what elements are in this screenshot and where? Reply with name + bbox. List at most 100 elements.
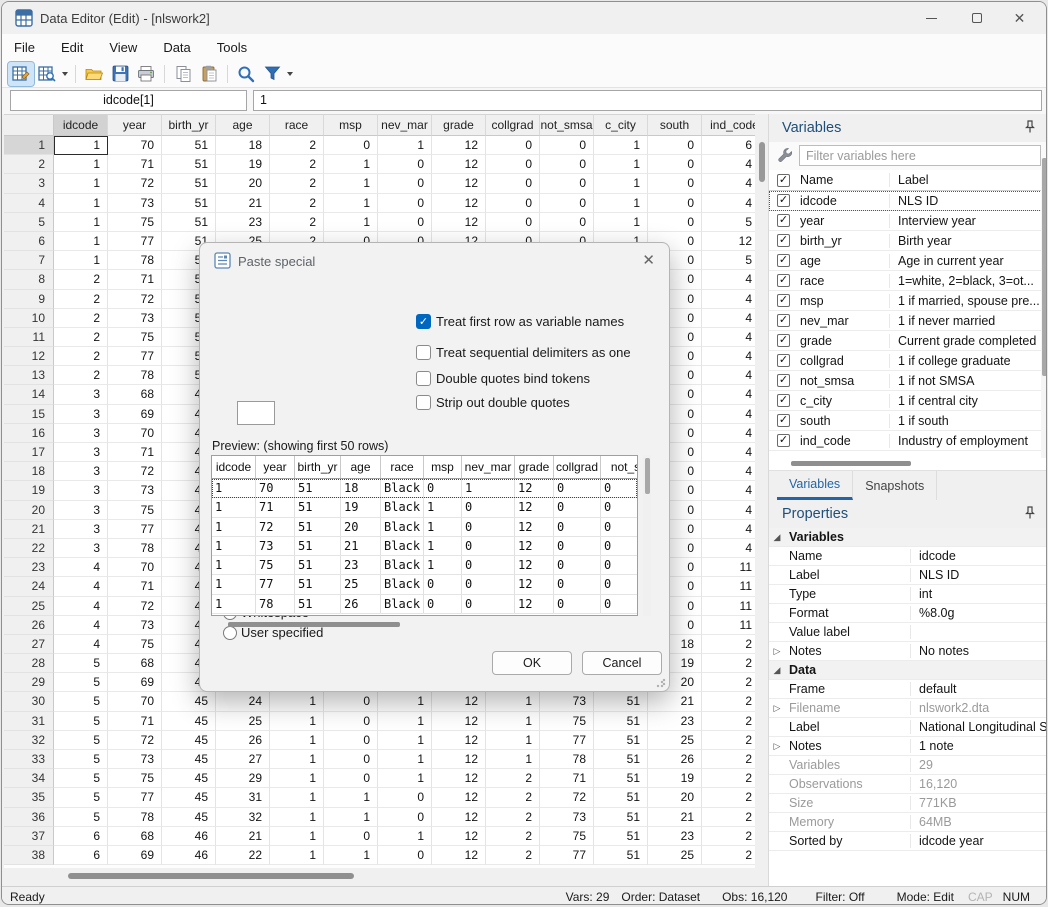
property-value[interactable]: National Longitudinal Su xyxy=(911,720,1047,734)
column-header-not_smsa[interactable]: not_smsa xyxy=(540,115,594,136)
grid-cell[interactable]: 2 xyxy=(702,769,755,788)
property-value[interactable]: default xyxy=(911,682,1047,696)
grid-cell[interactable]: 4 xyxy=(702,270,755,289)
grid-cell[interactable]: 73 xyxy=(108,194,162,213)
variable-checkbox[interactable]: ✓ xyxy=(777,294,790,307)
variable-row-birth_yr[interactable]: ✓birth_yrBirth year xyxy=(769,231,1047,251)
grid-cell[interactable]: 11 xyxy=(702,616,755,635)
grid-cell[interactable]: 5 xyxy=(54,654,108,673)
grid-cell[interactable]: 31 xyxy=(216,788,270,807)
grid-cell[interactable]: 4 xyxy=(702,443,755,462)
properties-section-data[interactable]: ◢Data xyxy=(769,661,1047,680)
grid-cell[interactable]: 12 xyxy=(432,750,486,769)
row-number[interactable]: 22 xyxy=(4,539,54,558)
expander-collapsed-icon[interactable]: ▷ xyxy=(769,703,785,714)
grid-cell[interactable]: 0 xyxy=(486,136,540,155)
grid-cell[interactable]: 72 xyxy=(108,290,162,309)
row-number[interactable]: 27 xyxy=(4,635,54,654)
grid-cell[interactable]: 1 xyxy=(54,136,108,155)
grid-cell[interactable]: 51 xyxy=(594,808,648,827)
select-all-checkbox[interactable]: ✓ xyxy=(777,174,790,187)
grid-cell[interactable]: 19 xyxy=(216,155,270,174)
row-number[interactable]: 17 xyxy=(4,443,54,462)
grid-cell[interactable]: 73 xyxy=(108,481,162,500)
menu-data[interactable]: Data xyxy=(163,40,190,55)
grid-cell[interactable]: 1 xyxy=(270,712,324,731)
grid-cell[interactable]: 3 xyxy=(54,443,108,462)
grid-cell[interactable]: 1 xyxy=(54,251,108,270)
tab-variables[interactable]: Variables xyxy=(777,471,853,500)
variable-row-ind_code[interactable]: ✓ind_codeIndustry of employment xyxy=(769,431,1047,451)
minimize-button[interactable] xyxy=(909,2,954,34)
grid-cell[interactable]: 5 xyxy=(54,769,108,788)
grid-cell[interactable]: 72 xyxy=(108,462,162,481)
variable-checkbox[interactable]: ✓ xyxy=(777,434,790,447)
grid-cell[interactable]: 5 xyxy=(54,731,108,750)
grid-cell[interactable]: 26 xyxy=(648,750,702,769)
variable-checkbox[interactable]: ✓ xyxy=(777,234,790,247)
grid-cell[interactable]: 12 xyxy=(432,155,486,174)
grid-cell[interactable]: 0 xyxy=(486,213,540,232)
checkbox-treat-first-row-as-variable-names[interactable]: ✓ xyxy=(416,314,431,329)
grid-cell[interactable]: 25 xyxy=(648,731,702,750)
row-number[interactable]: 3 xyxy=(4,174,54,193)
grid-cell[interactable]: 77 xyxy=(108,232,162,251)
grid-cell[interactable]: 0 xyxy=(378,194,432,213)
variable-checkbox[interactable]: ✓ xyxy=(777,274,790,287)
user-specified-input[interactable] xyxy=(237,401,275,425)
grid-cell[interactable]: 11 xyxy=(702,558,755,577)
row-number[interactable]: 30 xyxy=(4,692,54,711)
grid-cell[interactable]: 45 xyxy=(162,712,216,731)
variables-horizontal-scrollbar[interactable] xyxy=(769,458,1047,470)
grid-cell[interactable]: 51 xyxy=(162,213,216,232)
expander-collapsed-icon[interactable]: ▷ xyxy=(769,646,785,657)
grid-cell[interactable]: 20 xyxy=(648,788,702,807)
grid-cell[interactable]: 3 xyxy=(54,481,108,500)
copy-button[interactable] xyxy=(170,62,196,86)
checkbox-treat-sequential-delimiters-as-one[interactable] xyxy=(416,345,431,360)
variable-row-age[interactable]: ✓ageAge in current year xyxy=(769,251,1047,271)
grid-cell[interactable]: 2 xyxy=(702,808,755,827)
grid-cell[interactable]: 1 xyxy=(324,846,378,865)
grid-cell[interactable]: 0 xyxy=(486,155,540,174)
grid-cell[interactable]: 2 xyxy=(702,788,755,807)
column-header-nev_mar[interactable]: nev_mar xyxy=(378,115,432,136)
grid-cell[interactable]: 0 xyxy=(378,174,432,193)
grid-cell[interactable]: 0 xyxy=(648,194,702,213)
column-header-msp[interactable]: msp xyxy=(324,115,378,136)
row-number[interactable]: 10 xyxy=(4,309,54,328)
grid-cell[interactable]: 71 xyxy=(108,712,162,731)
grid-cell[interactable]: 78 xyxy=(540,750,594,769)
grid-cell[interactable]: 4 xyxy=(702,481,755,500)
grid-cell[interactable]: 70 xyxy=(108,136,162,155)
grid-cell[interactable]: 12 xyxy=(432,213,486,232)
grid-cell[interactable]: 2 xyxy=(486,846,540,865)
grid-cell[interactable]: 0 xyxy=(540,213,594,232)
pin-icon[interactable] xyxy=(1024,120,1036,133)
grid-cell[interactable]: 1 xyxy=(270,827,324,846)
grid-cell[interactable]: 45 xyxy=(162,692,216,711)
variable-row-collgrad[interactable]: ✓collgrad1 if college graduate xyxy=(769,351,1047,371)
grid-cell[interactable]: 51 xyxy=(594,827,648,846)
grid-cell[interactable]: 51 xyxy=(162,136,216,155)
row-number[interactable]: 18 xyxy=(4,462,54,481)
row-number[interactable]: 1 xyxy=(4,136,54,155)
grid-cell[interactable]: 0 xyxy=(648,213,702,232)
grid-cell[interactable]: 1 xyxy=(378,136,432,155)
grid-cell[interactable]: 12 xyxy=(432,731,486,750)
menu-file[interactable]: File xyxy=(14,40,35,55)
grid-vertical-scrollbar[interactable] xyxy=(756,114,768,870)
grid-cell[interactable]: 69 xyxy=(108,405,162,424)
property-value[interactable]: %8.0g xyxy=(911,606,1047,620)
variables-vertical-scrollbar[interactable] xyxy=(1041,158,1047,458)
row-number[interactable]: 4 xyxy=(4,194,54,213)
grid-cell[interactable]: 1 xyxy=(270,788,324,807)
ok-button[interactable]: OK xyxy=(492,651,572,675)
grid-cell[interactable]: 45 xyxy=(162,750,216,769)
grid-cell[interactable]: 0 xyxy=(378,846,432,865)
dialog-close-icon[interactable]: ✕ xyxy=(642,251,655,269)
grid-cell[interactable]: 1 xyxy=(378,712,432,731)
grid-cell[interactable]: 4 xyxy=(702,462,755,481)
property-value[interactable]: 771KB xyxy=(911,796,1047,810)
grid-cell[interactable]: 12 xyxy=(432,136,486,155)
